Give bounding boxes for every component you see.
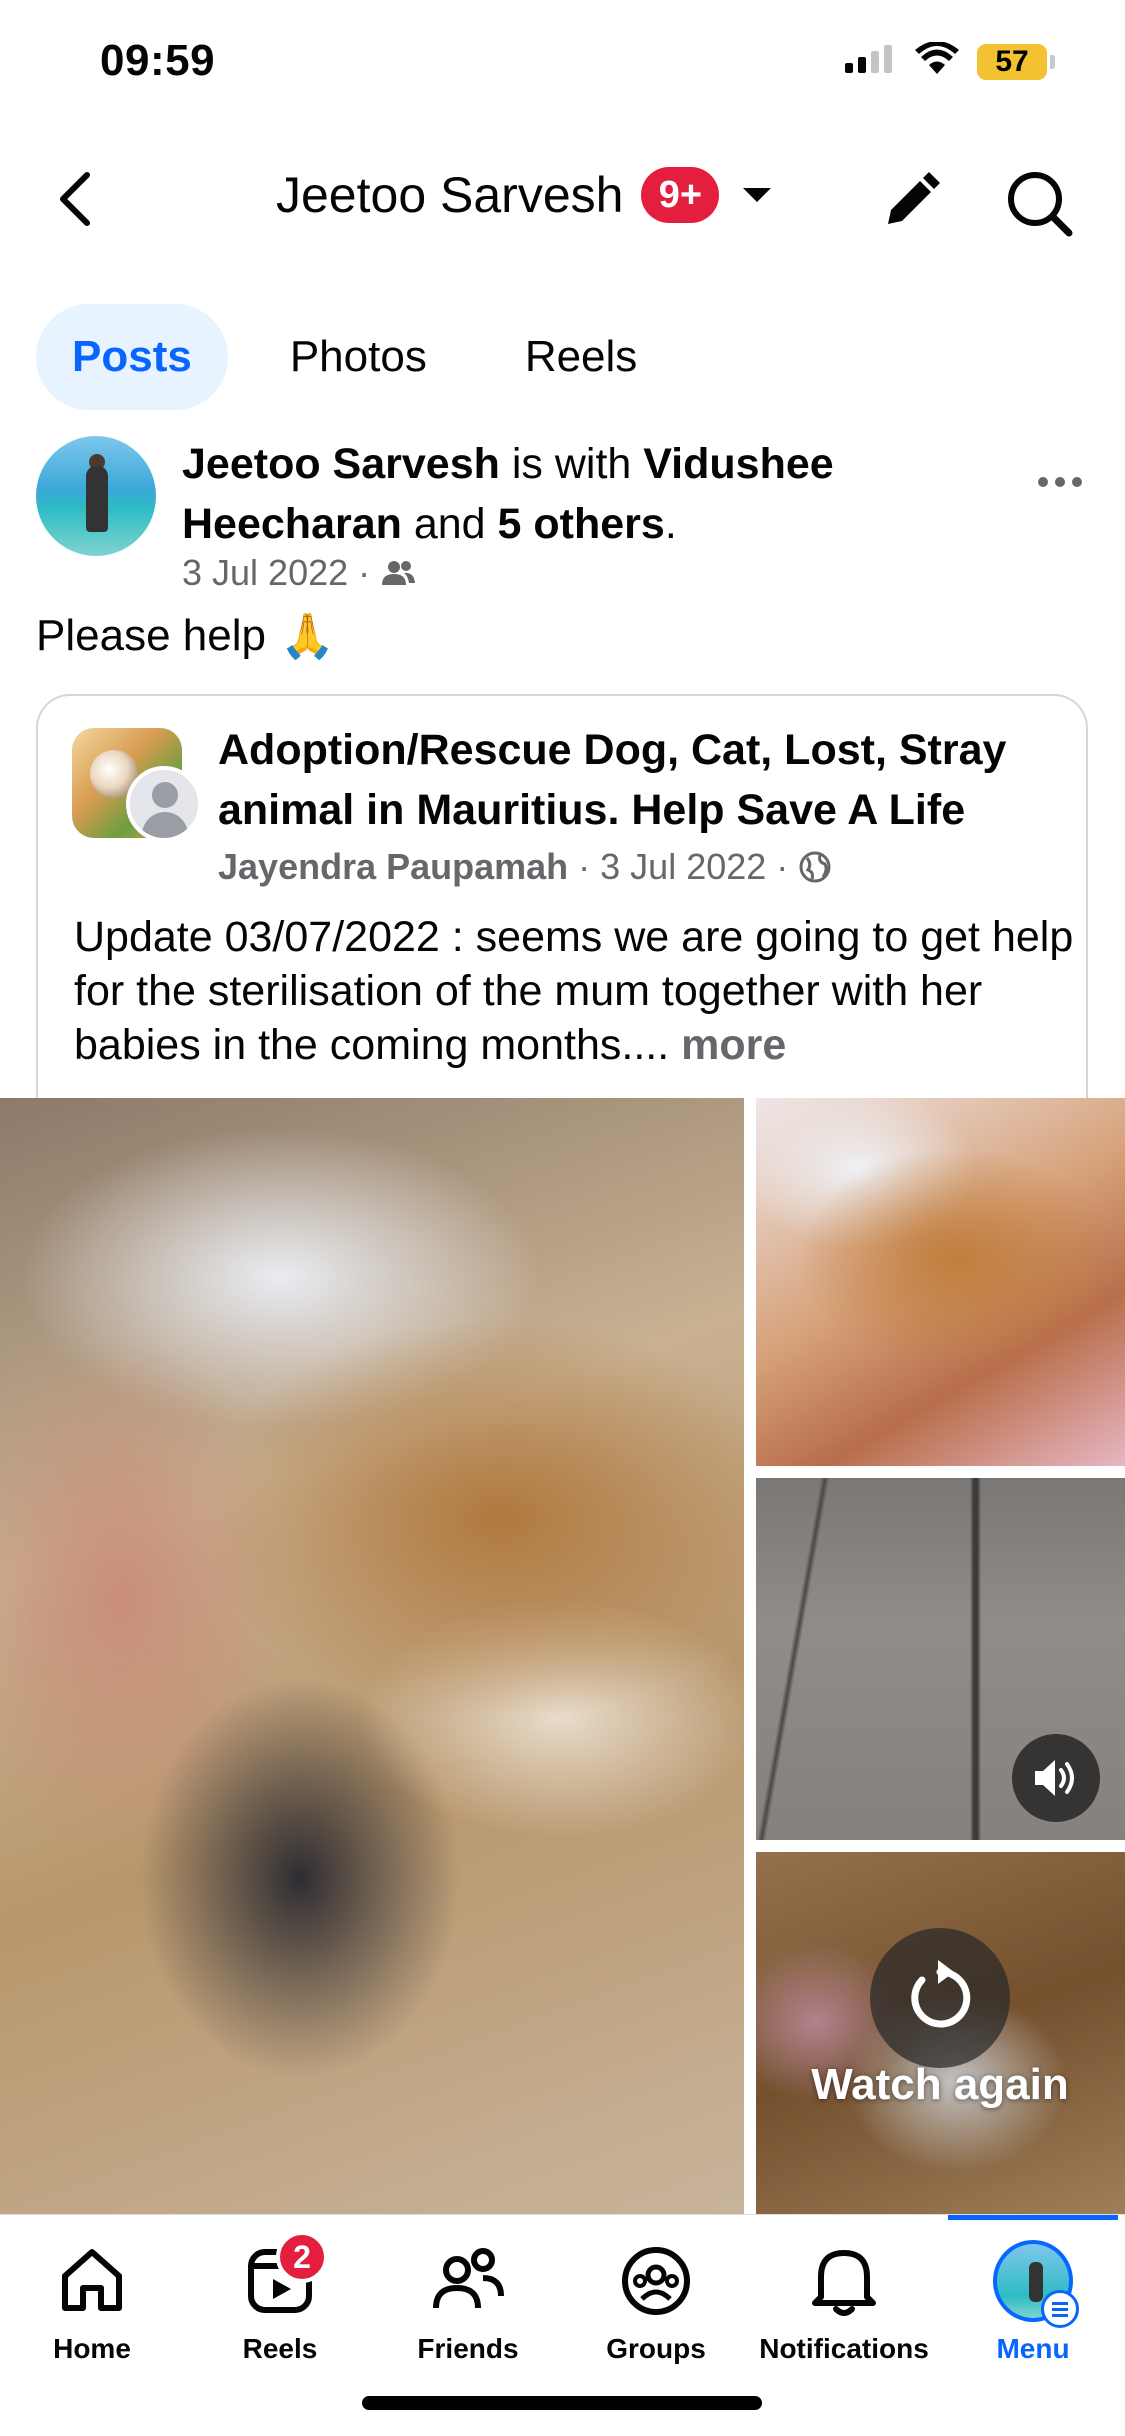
nav-reels-label: Reels [242,2333,318,2364]
top-bar: Jeetoo Sarvesh 9+ [0,140,1125,260]
hamburger-icon [1041,2290,1079,2328]
shared-post-body: Update 03/07/2022 : seems we are going t… [74,913,1074,1069]
edit-button[interactable] [872,164,948,240]
back-arrow-icon [60,172,90,226]
nav-home[interactable]: Home [7,2241,177,2365]
tab-posts[interactable]: Posts [36,304,228,410]
post-text: Please help 🙏 [36,610,335,662]
nav-groups[interactable]: Groups [571,2241,741,2365]
notification-badge: 9+ [641,167,720,223]
status-bar: 09:59 57 [0,0,1125,130]
with-text: is with [499,440,644,488]
shared-post-card[interactable]: Adoption/Rescue Dog, Cat, Lost, Stray an… [36,694,1088,1114]
nav-groups-label: Groups [606,2333,706,2364]
profile-switcher[interactable]: Jeetoo Sarvesh 9+ [276,166,772,224]
nav-notifications[interactable]: Notifications [759,2241,929,2365]
search-icon [1008,172,1073,237]
shared-post-text: Update 03/07/2022 : seems we are going t… [74,910,1074,1072]
post-date[interactable]: 3 Jul 2022 [182,552,348,594]
battery-icon: 57 [977,43,1055,80]
post-options-button[interactable] [1030,452,1090,512]
globe-icon [799,851,831,883]
watch-again-label[interactable]: Watch again [800,2060,1080,2110]
wifi-icon [915,41,959,81]
see-more-link[interactable]: more [681,1021,786,1069]
separator: · [358,552,371,593]
post-message: Please help [36,611,266,660]
nav-notifications-label: Notifications [759,2333,929,2364]
reels-badge: 2 [276,2231,328,2283]
friends-icon [433,2248,504,2309]
speaker-icon [1035,1760,1074,1796]
profile-tabs: Posts Photos Reels [36,304,673,410]
cellular-signal-icon [845,43,897,80]
replay-button[interactable] [870,1928,1010,2068]
nav-home-label: Home [53,2333,131,2364]
separator: · [776,846,789,887]
post-date-row: 3 Jul 2022 · [182,552,416,594]
nav-menu-label: Menu [996,2333,1070,2364]
nav-friends[interactable]: Friends [383,2241,553,2365]
replay-icon [911,1960,971,2028]
battery-level: 57 [977,43,1047,80]
mother-dog-with-puppies-photo[interactable] [0,1098,744,2214]
folded-hands-emoji: 🙏 [279,612,335,661]
pencil-icon [888,172,940,224]
status-icons: 57 [845,41,1055,81]
shared-post-meta: Jayendra Paupamah · 3 Jul 2022 · [218,846,832,888]
poster-avatar[interactable] [126,766,202,842]
nav-friends-label: Friends [417,2333,519,2364]
search-button[interactable] [1000,164,1080,244]
bell-icon [812,2250,876,2316]
page-title: Jeetoo Sarvesh [276,167,624,223]
sound-toggle-button[interactable] [1012,1734,1100,1822]
profile-menu-icon [993,2240,1079,2328]
back-button[interactable] [40,164,110,234]
group-name[interactable]: Adoption/Rescue Dog, Cat, Lost, Stray an… [218,720,1068,840]
home-indicator [362,2396,762,2410]
and-text: and [401,500,498,548]
tab-reels[interactable]: Reels [489,304,674,410]
shared-post-date[interactable]: 3 Jul 2022 [600,846,766,888]
home-icon [62,2249,122,2311]
author-name[interactable]: Jeetoo Sarvesh [182,440,500,488]
post-header: Jeetoo Sarvesh is with Vidushee Heechara… [0,432,1125,602]
groups-icon [622,2247,690,2315]
active-tab-indicator [948,2215,1118,2220]
shared-post-author[interactable]: Jayendra Paupamah [218,846,568,888]
status-time: 09:59 [100,36,216,85]
nav-menu[interactable]: Menu [948,2240,1118,2365]
caret-down-icon [743,188,772,202]
dog-lying-on-blanket-photo[interactable] [756,1098,1125,1466]
post-attribution: Jeetoo Sarvesh is with Vidushee Heechara… [182,434,982,554]
period: . [664,500,677,548]
author-avatar[interactable] [36,436,156,556]
friends-audience-icon [382,561,416,585]
separator: · [578,846,591,887]
nav-reels[interactable]: 2 Reels [195,2231,365,2365]
tab-photos[interactable]: Photos [254,304,463,410]
tagged-others[interactable]: 5 others [498,500,665,548]
